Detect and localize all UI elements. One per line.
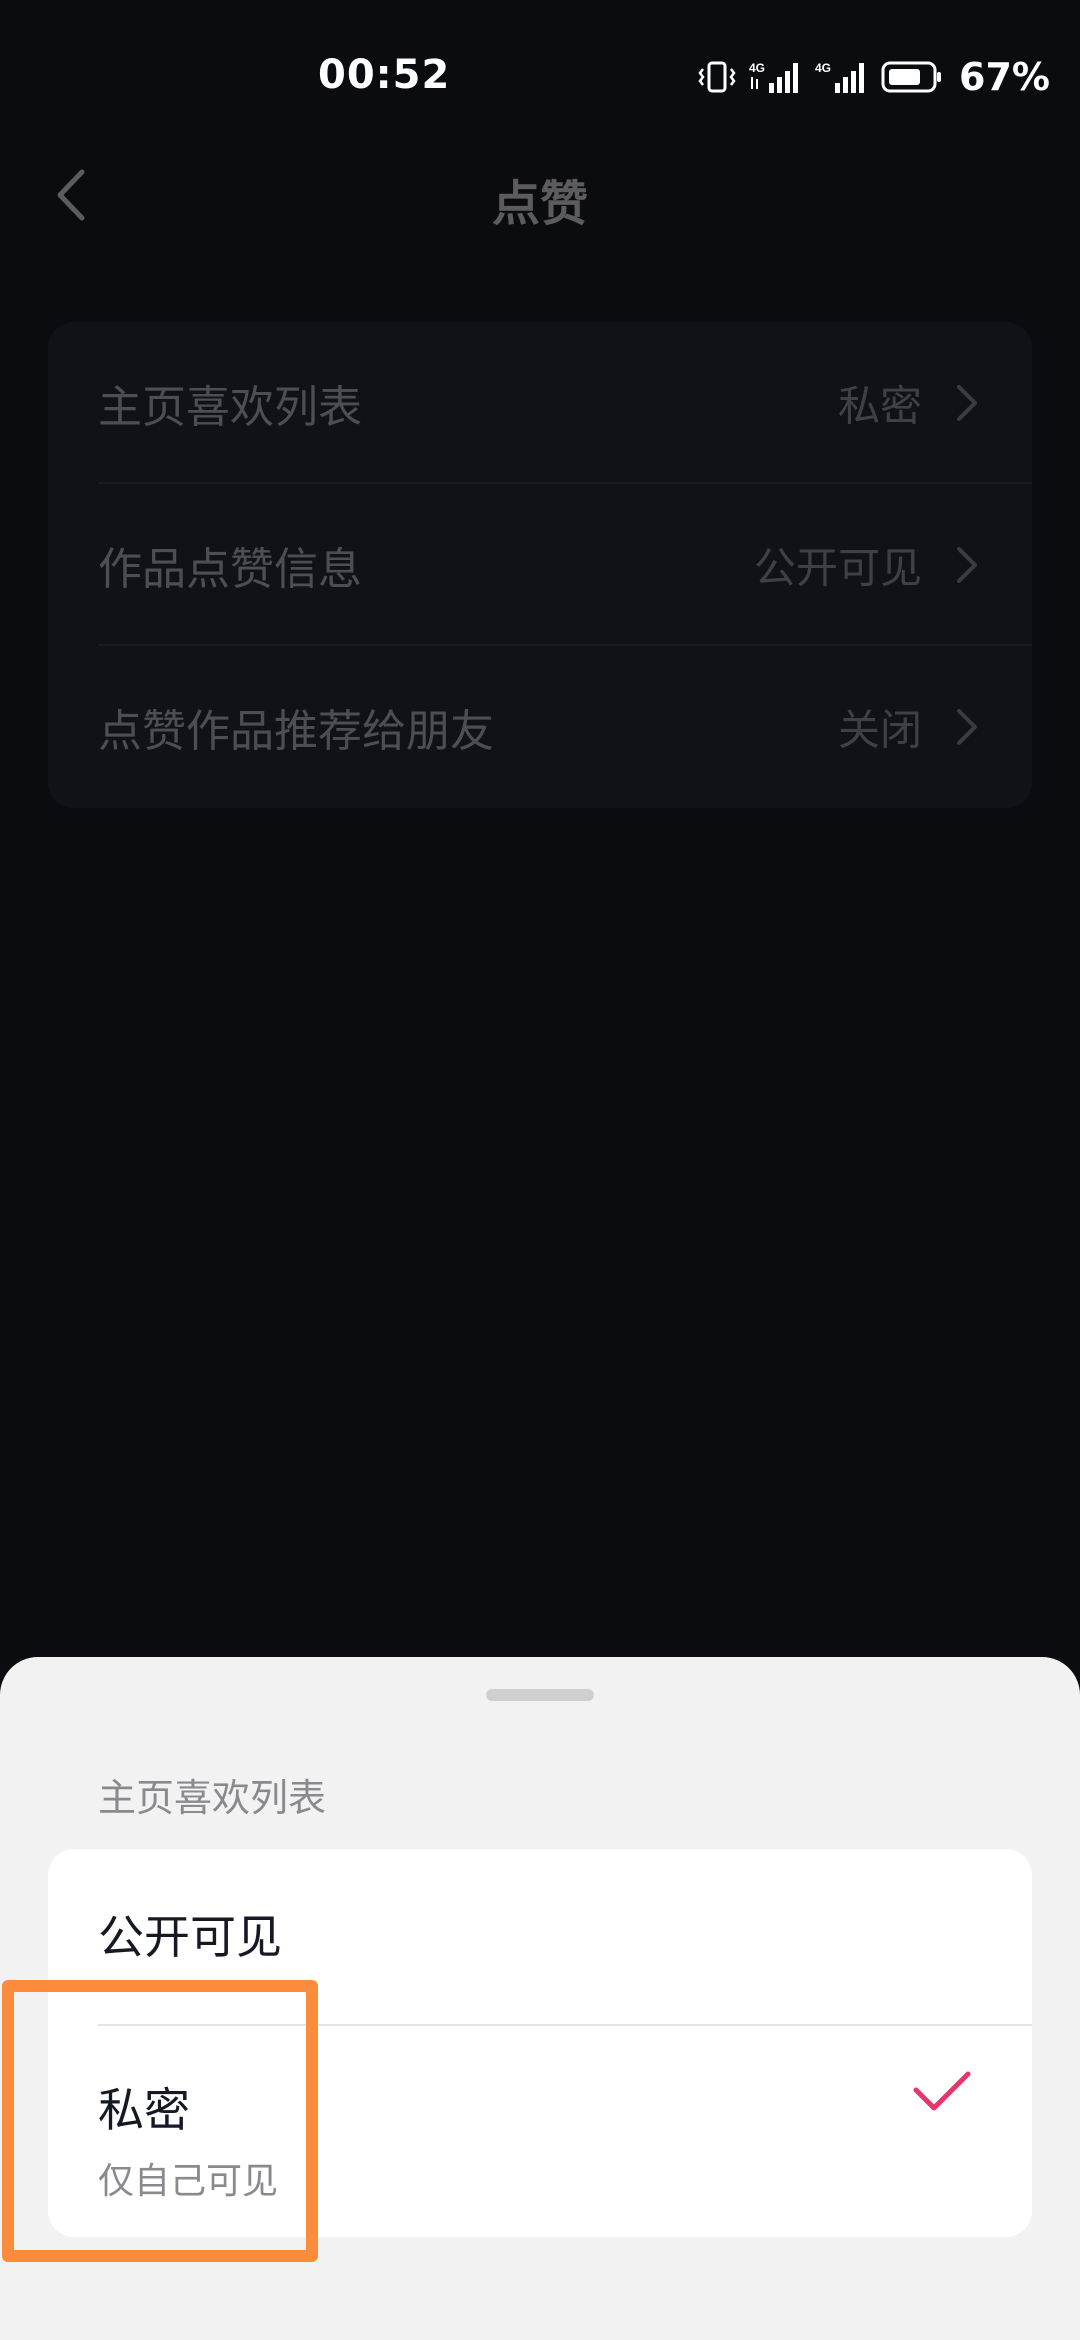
option-sublabel: 仅自己可见: [98, 2161, 279, 2202]
option-label: 私密: [98, 2083, 190, 2137]
options-card: 公开可见 私密 仅自己可见: [48, 1849, 1032, 2237]
status-icons: 4G 4G 67%: [697, 52, 1050, 102]
row-label: 主页喜欢列表: [98, 382, 362, 433]
sheet-title: 主页喜欢列表: [98, 1776, 327, 1820]
row-value: 公开可见: [753, 543, 922, 593]
option-label: 公开可见: [98, 1910, 282, 1964]
row-label: 点赞作品推荐给朋友: [98, 706, 494, 757]
battery-percent: 67%: [959, 55, 1050, 99]
signal-4g-icon: 4G: [749, 61, 799, 93]
chevron-right-icon: [957, 385, 977, 421]
option-public[interactable]: 公开可见: [48, 1849, 1032, 2024]
chevron-right-icon: [957, 709, 977, 745]
option-private[interactable]: 私密 仅自己可见: [48, 2026, 1032, 2237]
settings-row-recommend-friends[interactable]: 点赞作品推荐给朋友 关闭: [48, 646, 1032, 808]
sheet-drag-handle[interactable]: [486, 1689, 594, 1701]
row-value: 私密: [837, 381, 922, 431]
row-label: 作品点赞信息: [98, 544, 362, 595]
status-bar: 00:52 4G 4G 67%: [0, 0, 1080, 150]
nav-bar: 点赞: [0, 150, 1080, 240]
row-value: 关闭: [837, 705, 922, 755]
svg-text:4G: 4G: [815, 61, 831, 75]
screen: 00:52 4G 4G 67% 点赞 主页喜欢列表 私密 作品点赞信息 公开可见…: [0, 0, 1080, 2340]
chevron-right-icon: [957, 547, 977, 583]
status-time: 00:52: [318, 52, 451, 98]
battery-icon: [881, 61, 942, 93]
settings-card: 主页喜欢列表 私密 作品点赞信息 公开可见 点赞作品推荐给朋友 关闭: [48, 322, 1032, 808]
bottom-sheet: 主页喜欢列表 公开可见 私密 仅自己可见: [0, 1657, 1080, 2340]
page-title: 点赞: [491, 176, 588, 232]
vibrate-icon: [698, 61, 736, 93]
settings-row-likes-list[interactable]: 主页喜欢列表 私密: [48, 322, 1032, 484]
svg-text:4G: 4G: [749, 61, 765, 75]
signal-4g-icon-2: 4G: [815, 61, 865, 93]
checkmark-icon: [913, 2071, 971, 2111]
settings-row-like-info[interactable]: 作品点赞信息 公开可见: [48, 484, 1032, 646]
